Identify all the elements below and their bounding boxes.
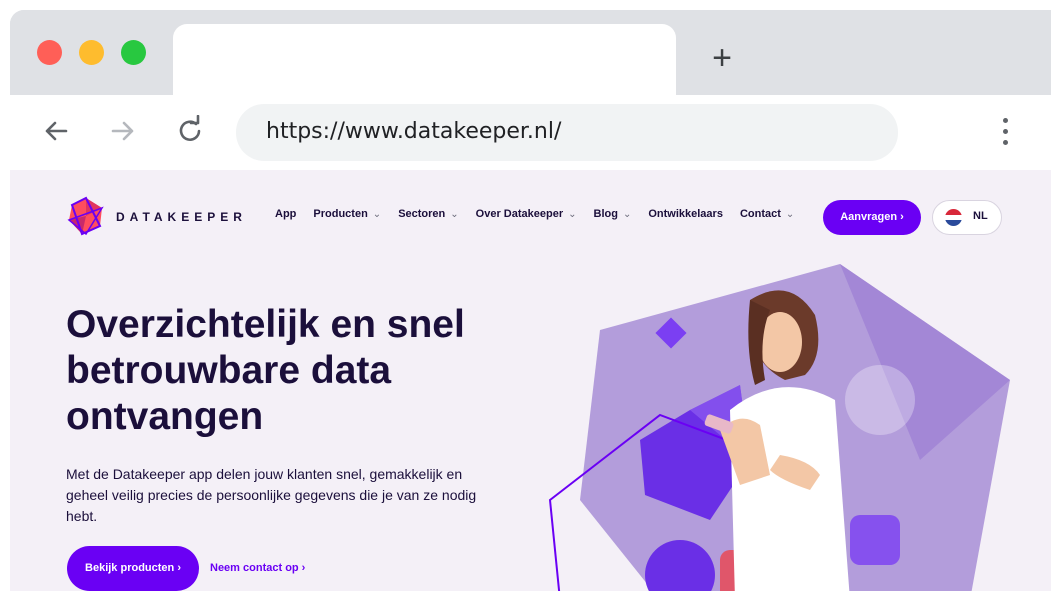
more-menu-icon[interactable] xyxy=(1002,118,1010,148)
nav-item-blog[interactable]: Blog ⌄ xyxy=(594,208,632,220)
nav-item-over-datakeeper[interactable]: Over Datakeeper ⌄ xyxy=(476,208,577,220)
maximize-window-button[interactable] xyxy=(121,40,146,65)
nav-item-ontwikkelaars[interactable]: Ontwikkelaars xyxy=(648,208,723,220)
chevron-down-icon: ⌄ xyxy=(450,209,459,220)
hero-description: Met de Datakeeper app delen jouw klanten… xyxy=(66,466,477,524)
close-window-button[interactable] xyxy=(37,40,62,65)
web-page: DATAKEEPER App Producten ⌄ Sectoren ⌄ Over… xyxy=(10,170,1051,591)
minimize-window-button[interactable] xyxy=(79,40,104,65)
aanvragen-button[interactable]: Aanvragen › xyxy=(823,200,921,235)
reload-icon[interactable] xyxy=(174,115,206,147)
site-header: DATAKEEPER App Producten ⌄ Sectoren ⌄ Over… xyxy=(10,170,1051,240)
hero-title: Overzichtelijk en snel betrouwbare data … xyxy=(66,303,465,438)
nav-item-app[interactable]: App xyxy=(275,208,296,220)
back-arrow-icon[interactable] xyxy=(40,115,72,147)
new-tab-button[interactable]: + xyxy=(707,41,737,75)
chevron-down-icon: ⌄ xyxy=(622,209,632,220)
chevron-down-icon: ⌄ xyxy=(568,209,577,220)
address-bar[interactable]: https://www.datakeeper.nl/ xyxy=(236,104,898,161)
datakeeper-logo-icon[interactable] xyxy=(66,196,106,236)
nav-item-sectoren[interactable]: Sectoren ⌄ xyxy=(398,208,458,220)
language-switcher[interactable]: NL xyxy=(932,200,1002,235)
browser-window: + https://www.datakeeper.nl/ DATAKEEPER … xyxy=(10,10,1051,591)
netherlands-flag-icon xyxy=(945,209,962,226)
browser-toolbar: https://www.datakeeper.nl/ xyxy=(10,95,1051,170)
chevron-down-icon: ⌄ xyxy=(372,209,382,220)
bekijk-producten-button[interactable]: Bekijk producten › xyxy=(67,546,199,591)
brand-name[interactable]: DATAKEEPER xyxy=(116,210,247,224)
language-label: NL xyxy=(973,210,988,222)
nav-item-producten[interactable]: Producten ⌄ xyxy=(313,208,381,220)
neem-contact-op-link[interactable]: Neem contact op › xyxy=(210,562,305,574)
nav-item-contact[interactable]: Contact ⌄ xyxy=(740,208,794,220)
tab-strip: + xyxy=(10,10,1051,95)
url-text: https://www.datakeeper.nl/ xyxy=(266,119,562,144)
forward-arrow-icon[interactable] xyxy=(107,115,139,147)
main-menu: App Producten ⌄ Sectoren ⌄ Over Datakeeper… xyxy=(275,208,811,220)
hero-illustration xyxy=(548,264,1010,591)
chevron-down-icon: ⌄ xyxy=(785,209,795,220)
active-tab[interactable] xyxy=(173,24,676,95)
